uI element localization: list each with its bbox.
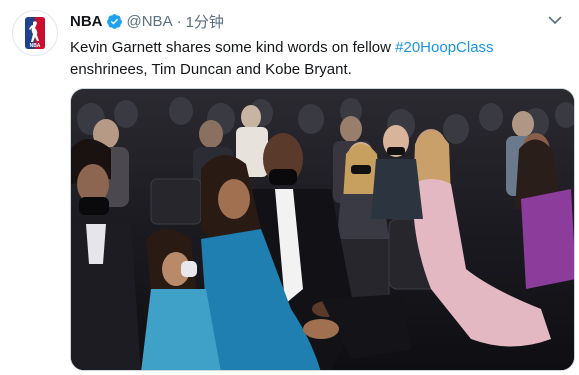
tweet-timestamp[interactable]: 1分钟 [186,11,224,32]
tweet-header: NBA @NBA · 1分钟 [70,10,567,32]
tweet-text-part1: Kevin Garnett shares some kind words on … [70,39,396,56]
nba-logo-icon: NBA [24,16,46,50]
profile-avatar[interactable]: NBA [12,10,58,56]
hashtag-link[interactable]: #20HoopClass [395,39,493,56]
tweet-text-part2: enshrinees, Tim Duncan and Kobe Bryant. [70,61,352,78]
user-handle[interactable]: @NBA [127,13,173,30]
tweet-video[interactable] [70,88,575,371]
tweet-card[interactable]: NBA NBA @NBA · 1分钟 Kevin Garnett shares … [0,0,579,375]
display-name[interactable]: NBA [70,13,103,30]
tweet-content: NBA @NBA · 1分钟 Kevin Garnett shares some… [70,10,567,81]
more-options-button[interactable] [545,13,565,27]
chevron-down-icon [548,16,562,24]
svg-text:NBA: NBA [30,43,41,49]
video-still [71,89,574,370]
tweet-text: Kevin Garnett shares some kind words on … [70,37,570,81]
separator-dot: · [176,12,182,30]
verified-badge-icon [106,13,123,30]
